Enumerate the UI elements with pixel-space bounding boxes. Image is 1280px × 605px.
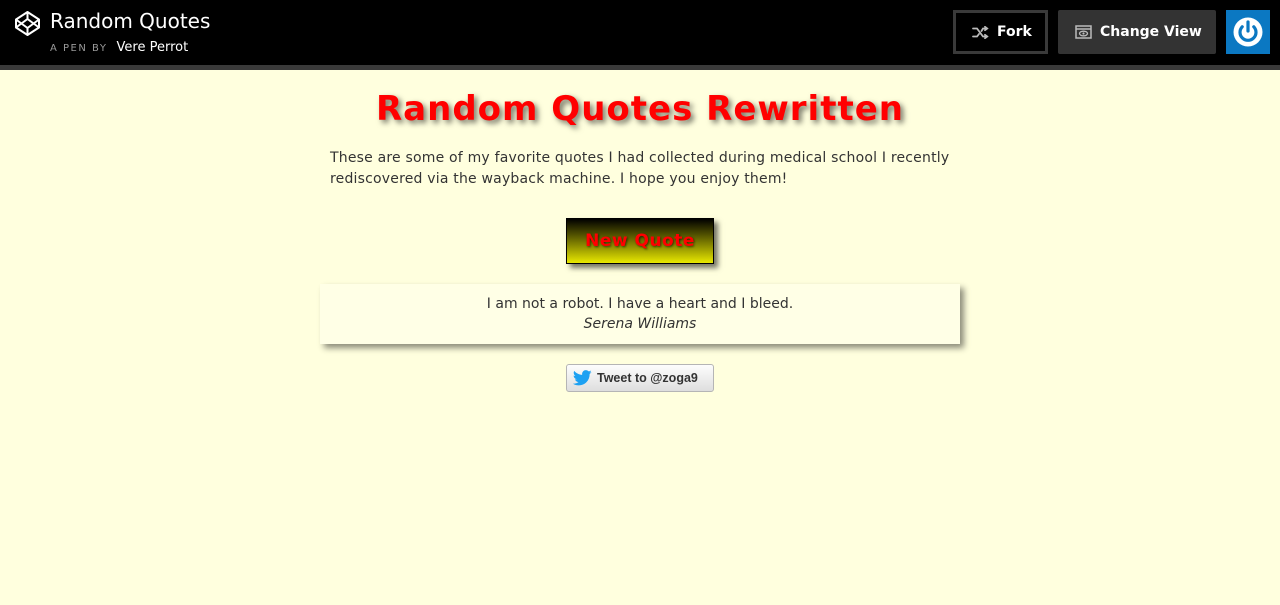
pen-by-label: A PEN BY [50,43,108,54]
page-heading: Random Quotes Rewritten [376,89,904,129]
codepen-logo-icon[interactable] [14,10,41,37]
fork-label: Fork [997,24,1032,40]
change-view-label: Change View [1100,24,1202,40]
tweet-label: Tweet to @zoga9 [597,371,698,385]
change-view-button[interactable]: Change View [1058,10,1216,54]
new-quote-button[interactable]: New Quote [566,218,714,264]
fork-icon [972,25,989,39]
change-view-icon [1075,25,1092,39]
quote-box: I am not a robot. I have a heart and I b… [320,284,960,344]
intro-paragraph: These are some of my favorite quotes I h… [330,150,950,187]
login-button[interactable] [1226,10,1270,54]
quote-text: I am not a robot. I have a heart and I b… [486,296,794,312]
twitter-bird-icon [573,370,592,386]
tweet-button[interactable]: Tweet to @zoga9 [566,364,714,392]
pen-byline: A PEN BY Vere Perrot [50,38,188,57]
top-bar: Random Quotes A PEN BY Vere Perrot Fork [0,0,1280,70]
pen-title: Random Quotes [50,9,211,33]
pen-author-link[interactable]: Vere Perrot [117,40,189,55]
quote-author: Serena Williams [583,316,697,332]
fork-button[interactable]: Fork [953,10,1048,54]
power-icon [1232,16,1264,48]
